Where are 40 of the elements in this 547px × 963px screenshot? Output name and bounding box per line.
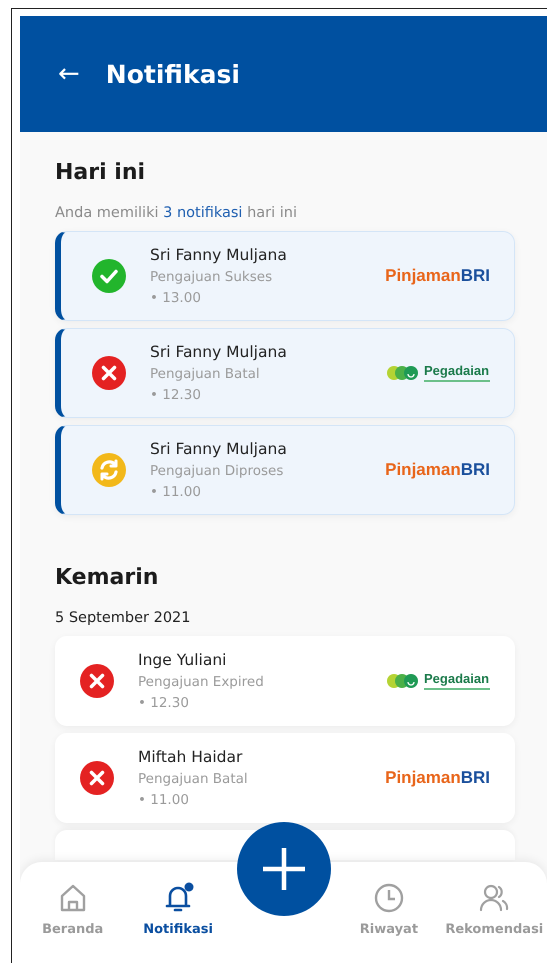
- pegadaian-logo: Pegadaian: [386, 672, 490, 690]
- page-title: Notifikasi: [106, 60, 240, 88]
- section-subtitle: 5 September 2021: [55, 610, 192, 626]
- notification-card[interactable]: Sri Fanny Muljana Pengajuan Diproses • 11.00 PinjamanBRI: [55, 425, 515, 515]
- sender-name: Sri Fanny Muljana: [150, 343, 288, 361]
- notification-card[interactable]: Sri Fanny Muljana Pengajuan Batal • 12.30 Pegadaian: [55, 328, 515, 418]
- time-text: • 11.00: [150, 484, 202, 500]
- notification-card[interactable]: Inge Yuliani Pengajuan Expired • 12.30 Pegadaian: [55, 636, 515, 726]
- cross-icon: [92, 356, 126, 390]
- status-text: Pengajuan Expired: [138, 674, 265, 690]
- time-text: • 13.00: [150, 290, 202, 306]
- pegadaian-logo: Pegadaian: [386, 364, 490, 382]
- sender-name: Inge Yuliani: [138, 651, 228, 669]
- status-text: Pengajuan Batal: [138, 771, 249, 787]
- section-subtitle: Anda memiliki 3 notifikasi hari ini: [55, 205, 298, 221]
- time-text: • 11.00: [138, 792, 190, 808]
- sender-name: Sri Fanny Muljana: [150, 246, 288, 264]
- section-title: Hari ini: [55, 160, 146, 185]
- pinjaman-bri-logo: PinjamanBRI: [385, 460, 490, 480]
- back-button[interactable]: ←: [58, 59, 80, 89]
- cross-icon: [80, 664, 114, 698]
- plus-icon: [260, 846, 307, 892]
- pinjaman-bri-logo: PinjamanBRI: [385, 266, 490, 286]
- sender-name: Miftah Haidar: [138, 748, 244, 766]
- nav-tab[interactable]: Notifikasi: [125, 862, 231, 937]
- cross-icon: [80, 761, 114, 795]
- time-text: • 12.30: [150, 387, 202, 403]
- check-icon: [92, 259, 126, 293]
- status-text: Pengajuan Sukses: [150, 269, 274, 285]
- pinjaman-bri-logo: PinjamanBRI: [385, 768, 490, 788]
- time-text: • 12.30: [138, 695, 190, 711]
- status-text: Pengajuan Diproses: [150, 463, 284, 479]
- refresh-icon: [92, 453, 126, 487]
- status-text: Pengajuan Batal: [150, 366, 261, 382]
- sender-name: Sri Fanny Muljana: [150, 440, 288, 458]
- section-title: Kemarin: [55, 565, 160, 590]
- notification-card[interactable]: Sri Fanny Muljana Pengajuan Sukses • 13.00 PinjamanBRI: [55, 231, 515, 321]
- notification-card[interactable]: Miftah Haidar Pengajuan Batal • 11.00 PinjamanBRI: [55, 733, 515, 823]
- people-icon: [478, 882, 510, 914]
- clock-icon: [372, 882, 405, 914]
